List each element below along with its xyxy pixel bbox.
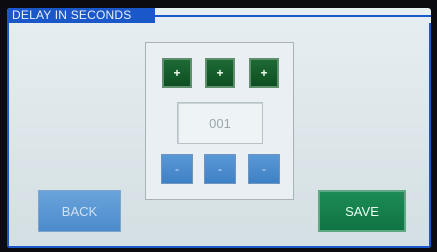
delay-value-display: 001 (177, 102, 263, 144)
increment-hundreds-button[interactable]: + (162, 58, 192, 88)
save-button[interactable]: SAVE (318, 190, 406, 232)
title-divider (155, 15, 431, 17)
decrement-ones-button[interactable]: - (248, 154, 280, 184)
back-button[interactable]: BACK (38, 190, 121, 232)
decrement-hundreds-button[interactable]: - (161, 154, 193, 184)
delay-settings-screen: DELAY IN SECONDS + + + 001 - - - BACK SA… (7, 8, 431, 248)
increment-tens-button[interactable]: + (205, 58, 235, 88)
increment-ones-button[interactable]: + (249, 58, 279, 88)
page-title: DELAY IN SECONDS (7, 8, 155, 23)
decrement-tens-button[interactable]: - (204, 154, 236, 184)
title-bar: DELAY IN SECONDS (7, 8, 431, 23)
